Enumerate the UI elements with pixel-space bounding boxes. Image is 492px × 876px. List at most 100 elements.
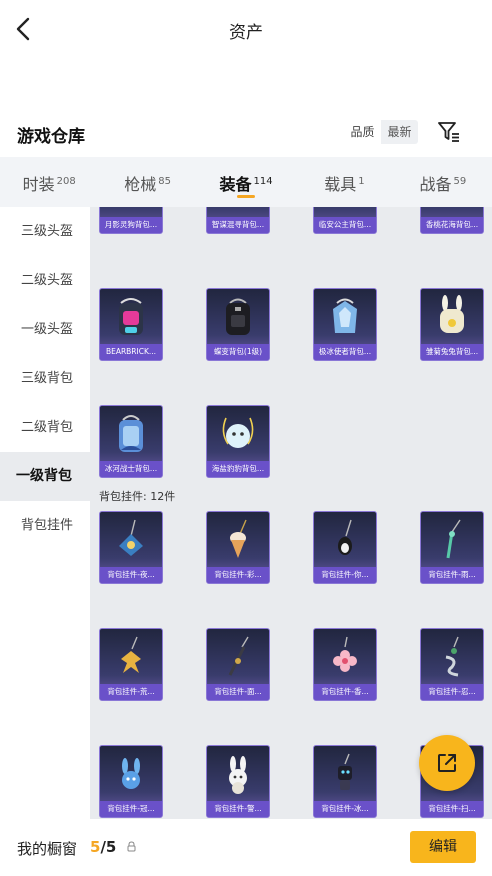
pendant-icon xyxy=(100,629,162,685)
tab-vehicles[interactable]: 载具 1 xyxy=(295,157,393,207)
item-card[interactable]: 月影灵狗背包... xyxy=(99,207,163,234)
item-card[interactable]: 智谋混寻背包... xyxy=(206,207,270,234)
pendant-icon xyxy=(207,629,269,685)
item-label: 背包挂件-你... xyxy=(314,567,376,583)
item-label: 背包挂件-面... xyxy=(207,684,269,700)
share-button[interactable] xyxy=(419,735,475,791)
item-card[interactable]: 背包挂件-冠... xyxy=(99,745,163,818)
item-label: 极冰使者背包... xyxy=(314,344,376,360)
tab-label: 时装 xyxy=(22,175,55,194)
item-card[interactable]: 蝶变背包(1级) xyxy=(206,288,270,361)
item-label: 背包挂件-香... xyxy=(314,684,376,700)
item-label: 香桃花海背包... xyxy=(421,217,483,233)
showcase-count: 5/5 xyxy=(90,838,116,856)
sidebar-item-lv1-helmet[interactable]: 一级头盔 xyxy=(0,305,90,354)
item-label: 背包挂件-夜... xyxy=(100,567,162,583)
item-card[interactable]: 极冰使者背包... xyxy=(313,288,377,361)
filter-button[interactable] xyxy=(437,120,461,144)
showcase-total: /5 xyxy=(100,838,117,856)
tab-count: 1 xyxy=(358,175,365,187)
item-label: 智谋混寻背包... xyxy=(207,217,269,233)
tab-count: 208 xyxy=(56,175,76,187)
sidebar-item-pendants[interactable]: 背包挂件 xyxy=(0,501,90,550)
filter-icon xyxy=(438,122,459,142)
showcase-label: 我的橱窗 xyxy=(17,840,78,858)
item-label: 背包挂件-冠... xyxy=(100,801,162,817)
sort-by-newest[interactable]: 最新 xyxy=(381,120,418,144)
item-card[interactable]: 雏菊兔兔背包... xyxy=(420,288,484,361)
tab-guns[interactable]: 枪械 85 xyxy=(98,157,196,207)
item-card[interactable]: 冰河战士背包... xyxy=(99,405,163,478)
backpack-icon xyxy=(207,289,269,345)
sidebar-item-lv1-backpack[interactable]: 一级背包 xyxy=(0,452,90,501)
pendant-icon xyxy=(207,746,269,802)
item-card[interactable]: 背包挂件-冰... xyxy=(313,745,377,818)
tab-count: 114 xyxy=(253,175,273,187)
tab-label: 载具 xyxy=(324,175,357,194)
item-card[interactable]: 背包挂件-警... xyxy=(206,745,270,818)
item-label: 背包挂件-荒... xyxy=(100,684,162,700)
item-card[interactable]: BEARBRICK... xyxy=(99,288,163,361)
tab-label: 枪械 xyxy=(124,175,157,194)
sidebar-item-lv3-helmet[interactable]: 三级头盔 xyxy=(0,207,90,256)
subcategory-sidebar: 三级头盔 二级头盔 一级头盔 三级背包 二级背包 一级背包 背包挂件 xyxy=(0,207,90,819)
backpack-icon xyxy=(207,406,269,462)
pendant-icon xyxy=(314,512,376,568)
item-card[interactable]: 背包挂件-你... xyxy=(313,511,377,584)
category-tabs: 时装 208 枪械 85 装备 114 载具 1 战备 59 xyxy=(0,157,492,207)
active-tab-indicator xyxy=(237,195,256,198)
item-card[interactable]: 海盐豹豹背包... xyxy=(206,405,270,478)
pendant-icon xyxy=(314,629,376,685)
item-label: 冰河战士背包... xyxy=(100,461,162,477)
item-card[interactable]: 背包挂件-忍... xyxy=(420,628,484,701)
lock-icon xyxy=(127,841,136,852)
item-card[interactable]: 背包挂件-荒... xyxy=(99,628,163,701)
item-card[interactable]: 背包挂件-香... xyxy=(313,628,377,701)
tab-count: 85 xyxy=(158,175,171,187)
item-card[interactable]: 背包挂件-面... xyxy=(206,628,270,701)
item-grid: 月影灵狗背包... 智谋混寻背包... 临安公主背包... 香桃花海背包... … xyxy=(90,207,492,819)
item-label: 月影灵狗背包... xyxy=(100,217,162,233)
item-card[interactable]: 背包挂件-雨... xyxy=(420,511,484,584)
item-card[interactable]: 香桃花海背包... xyxy=(420,207,484,234)
tab-combat-gear[interactable]: 战备 59 xyxy=(394,157,492,207)
item-label: 背包挂件-雨... xyxy=(421,567,483,583)
sidebar-item-lv2-helmet[interactable]: 二级头盔 xyxy=(0,256,90,305)
item-label: 背包挂件-警... xyxy=(207,801,269,817)
item-label: 雏菊兔兔背包... xyxy=(421,344,483,360)
item-label: 背包挂件-冰... xyxy=(314,801,376,817)
pendant-icon xyxy=(100,512,162,568)
tab-fashion[interactable]: 时装 208 xyxy=(0,157,98,207)
edit-button[interactable]: 编辑 xyxy=(410,831,476,863)
item-label: 背包挂件-彩... xyxy=(207,567,269,583)
item-card[interactable]: 背包挂件-彩... xyxy=(206,511,270,584)
tab-equipment[interactable]: 装备 114 xyxy=(197,157,295,207)
item-label: 临安公主背包... xyxy=(314,217,376,233)
item-label: 背包挂件-忍... xyxy=(421,684,483,700)
sidebar-item-lv2-backpack[interactable]: 二级背包 xyxy=(0,403,90,452)
pendant-icon xyxy=(314,746,376,802)
item-label: 海盐豹豹背包... xyxy=(207,461,269,477)
sidebar-item-lv3-backpack[interactable]: 三级背包 xyxy=(0,354,90,403)
tab-label: 战备 xyxy=(419,175,452,194)
bottom-bar: 我的橱窗 5/5 编辑 xyxy=(0,819,492,876)
tab-label: 装备 xyxy=(219,175,252,194)
item-card[interactable]: 背包挂件-夜... xyxy=(99,511,163,584)
pendant-icon xyxy=(421,629,483,685)
external-link-icon xyxy=(438,754,456,772)
pendant-section-header: 背包挂件: 12件 xyxy=(99,490,176,503)
top-bar: 资产 xyxy=(0,0,492,58)
backpack-icon xyxy=(100,289,162,345)
sort-by-quality[interactable]: 品质 xyxy=(344,120,381,144)
showcase-current: 5 xyxy=(90,838,101,856)
pendant-icon xyxy=(100,746,162,802)
warehouse-title: 游戏仓库 xyxy=(17,127,85,147)
item-label: 蝶变背包(1级) xyxy=(207,344,269,360)
item-card[interactable]: 临安公主背包... xyxy=(313,207,377,234)
pendant-icon xyxy=(421,512,483,568)
tab-count: 59 xyxy=(453,175,467,187)
pendant-icon xyxy=(207,512,269,568)
backpack-icon xyxy=(421,289,483,345)
item-label: 背包挂件-扫... xyxy=(421,801,483,817)
item-label: BEARBRICK... xyxy=(100,344,162,360)
